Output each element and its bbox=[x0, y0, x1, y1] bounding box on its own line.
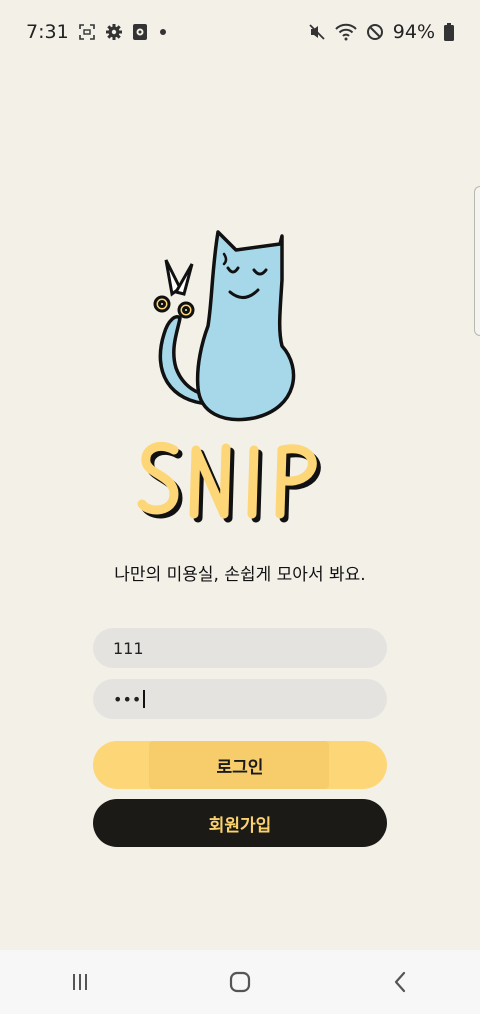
status-right: 94% bbox=[308, 21, 454, 43]
password-input-value: ••• bbox=[113, 689, 142, 709]
home-icon bbox=[229, 971, 251, 993]
battery-icon bbox=[444, 23, 454, 41]
snip-logo-text bbox=[137, 442, 321, 523]
status-time: 7:31 bbox=[26, 21, 69, 43]
do-not-disturb-icon bbox=[366, 23, 384, 41]
cat-with-scissors-icon bbox=[137, 230, 321, 523]
recent-apps-button[interactable] bbox=[50, 962, 110, 1002]
text-cursor bbox=[143, 690, 146, 708]
id-input[interactable]: 111 bbox=[93, 628, 387, 668]
id-input-value: 111 bbox=[113, 638, 144, 658]
home-button[interactable] bbox=[210, 962, 270, 1002]
battery-percent: 94% bbox=[392, 21, 435, 43]
logo bbox=[130, 222, 350, 532]
back-icon bbox=[394, 971, 406, 993]
navigation-bar bbox=[0, 950, 480, 1014]
password-input[interactable]: ••• bbox=[93, 679, 387, 719]
status-left: 7:31 bbox=[26, 21, 169, 43]
login-button-label: 로그인 bbox=[216, 757, 264, 778]
status-bar: 7:31 94% bbox=[0, 0, 480, 64]
record-icon bbox=[132, 23, 148, 41]
signup-button[interactable]: 회원가입 bbox=[93, 799, 387, 847]
back-button[interactable] bbox=[370, 962, 430, 1002]
login-button[interactable]: 로그인 bbox=[93, 741, 387, 789]
gear-icon bbox=[105, 23, 123, 41]
screenshot-icon bbox=[78, 23, 96, 41]
edge-panel-handle[interactable] bbox=[474, 186, 480, 336]
signup-button-label: 회원가입 bbox=[208, 815, 272, 836]
recent-apps-icon bbox=[73, 974, 87, 990]
mute-icon bbox=[308, 23, 326, 41]
wifi-icon bbox=[335, 23, 357, 41]
dot-icon bbox=[157, 26, 169, 38]
tagline: 나만의 미용실, 손쉽게 모아서 봐요. bbox=[114, 565, 366, 585]
